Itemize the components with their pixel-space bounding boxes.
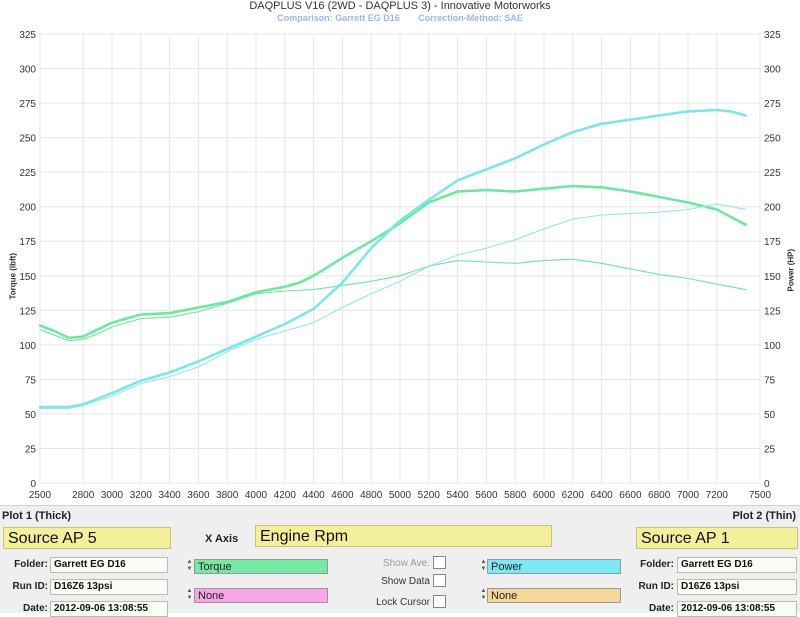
y-tick-label-right: 250 [764,134,781,145]
x-tick-label: 3400 [158,490,181,501]
plot1-runid-field[interactable]: D16Z6 13psi [50,579,168,595]
plot2-date-label: Date: [648,603,674,614]
x-axis-select[interactable]: Engine Rpm [255,525,552,547]
plot1-runid-label: Run ID: [12,581,48,592]
show-ave-label: Show Ave. [382,558,430,569]
y-tick-label-left: 125 [19,306,36,317]
chart-grid [39,33,761,484]
correction-text: Correction-Method: SAE [418,13,523,23]
plot1-folder-field[interactable]: Garrett EG D16 [50,557,168,573]
y-tick-label-right: 25 [764,444,776,455]
x-tick-label: 4400 [302,490,325,501]
x-tick-label: 3800 [216,490,239,501]
plot2-label: Plot 2 (Thin) [732,510,796,522]
x-tick-label: 2500 [29,490,52,501]
lock-cursor-checkbox[interactable] [433,595,446,608]
x-tick-label: 6400 [590,490,613,501]
x-tick-label: 3600 [187,490,210,501]
plot1-label: Plot 1 (Thick) [2,510,72,522]
plot1-source-select[interactable]: Source AP 5 [3,527,171,549]
x-axis-label: X Axis [205,533,239,545]
y-tick-label-right: 100 [764,341,781,352]
plot2-channel2-select[interactable]: None [487,588,621,603]
y-tick-label-right: 300 [764,65,781,76]
plot2-runid-field[interactable]: D16Z6 13psi [677,579,797,595]
plot2-folder-label: Folder: [640,559,674,570]
plot1-channel2-select[interactable]: None [194,588,328,603]
y-tick-label-right: 75 [764,375,776,386]
plot1-date-label: Date: [22,603,48,614]
plot2-folder-field[interactable]: Garrett EG D16 [677,557,797,573]
y-tick-label-right: 125 [764,306,781,317]
plot2-runid-label: Run ID: [638,581,674,592]
x-tick-label: 5600 [475,490,498,501]
x-tick-label: 7000 [677,490,700,501]
plot2-date-field[interactable]: 2012-09-06 13:08:55 [677,601,797,617]
plot1-channel1-arrows[interactable]: ▲ ▼ [185,559,194,574]
x-tick-label: 5000 [389,490,412,501]
y-axis-label-left: Torque (lbft) [8,252,18,300]
x-tick-label: 6000 [533,490,556,501]
plot1-channel2-arrows[interactable]: ▲ ▼ [185,588,194,603]
y-tick-label-left: 150 [19,272,36,283]
show-data-label: Show Data [381,576,430,587]
y-tick-label-left: 25 [25,444,37,455]
x-tick-label: 6600 [619,490,642,501]
y-tick-label-left: 300 [19,65,36,76]
y-tick-label-right: 175 [764,237,781,248]
plot1-channel1-select[interactable]: Torque [194,559,328,574]
y-tick-label-left: 50 [25,410,37,421]
plot2-source-select[interactable]: Source AP 1 [636,527,798,549]
dyno-chart: 2500 2800 3000 3200 3400 3600 3800 4000 4200 4400… [19,30,781,501]
comparison-text: Comparison: Garrett EG D16 [277,13,400,23]
x-tick-label: 6800 [648,490,671,501]
chart-subtitle: Comparison: Garrett EG D16 Correction-Me… [0,13,800,24]
x-tick-label: 3200 [130,490,153,501]
x-tick-label: 4600 [331,490,354,501]
x-tick-label: 7500 [749,490,772,501]
show-data-checkbox[interactable] [433,574,446,587]
chart-title: DAQPLUS V16 (2WD - DAQPLUS 3) - Innovati… [249,0,551,12]
x-tick-label: 4000 [245,490,268,501]
y-tick-label-right: 0 [764,479,770,490]
y-tick-label-left: 100 [19,341,36,352]
show-ave-checkbox[interactable] [433,556,446,569]
x-tick-label: 7200 [706,490,729,501]
y-tick-label-right: 325 [764,30,781,41]
control-panel: Plot 1 (Thick) Plot 2 (Thin) Source AP 5… [0,505,800,617]
y-tick-label-right: 150 [764,272,781,283]
x-tick-label: 5800 [504,490,527,501]
plot2-channel1-select[interactable]: Power [487,559,621,574]
y-tick-label-left: 325 [19,30,36,41]
y-tick-label-left: 250 [19,134,36,145]
x-tick-label: 4800 [360,490,383,501]
y-tick-label-right: 200 [764,203,781,214]
lock-cursor-label: Lock Cursor [376,597,430,608]
x-tick-label: 5200 [418,490,441,501]
y-axis-label-right: Power (HP) [786,248,796,292]
x-tick-label: 2800 [72,490,95,501]
y-tick-label-left: 275 [19,99,36,110]
x-tick-label: 4200 [274,490,297,501]
x-tick-label: 5400 [446,490,469,501]
x-tick-label: 6200 [562,490,585,501]
y-tick-label-left: 0 [30,479,36,490]
y-tick-label-left: 200 [19,203,36,214]
y-tick-label-right: 225 [764,168,781,179]
plot1-date-field[interactable]: 2012-09-06 13:08:55 [50,601,168,617]
y-tick-label-left: 175 [19,237,36,248]
x-tick-label: 3000 [101,490,124,501]
y-tick-label-left: 225 [19,168,36,179]
y-tick-label-right: 50 [764,410,776,421]
y-tick-label-left: 75 [25,375,37,386]
plot1-folder-label: Folder: [14,559,48,570]
y-tick-label-right: 275 [764,99,781,110]
